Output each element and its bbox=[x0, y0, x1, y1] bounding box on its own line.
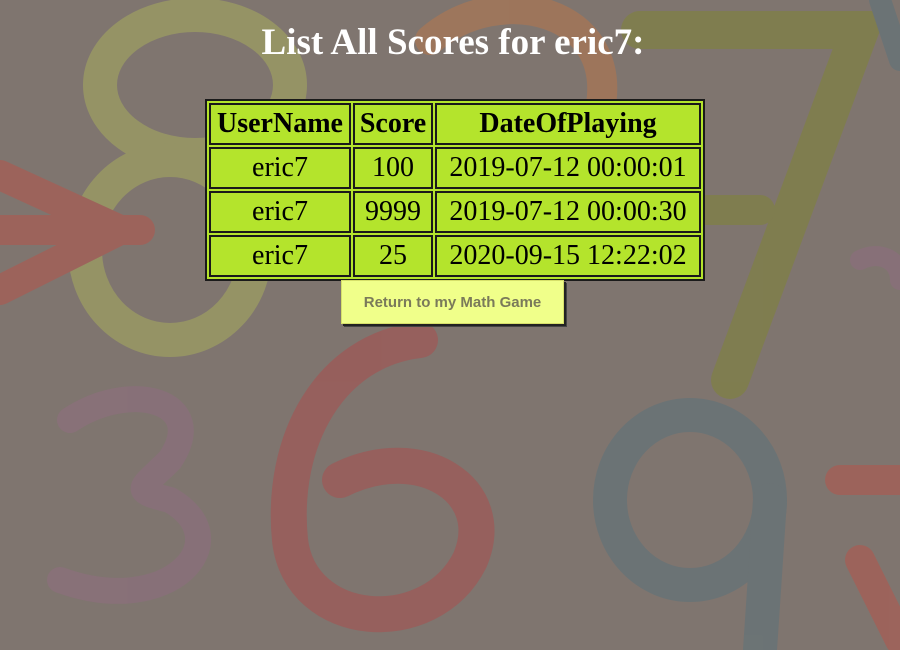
cell-username: eric7 bbox=[209, 191, 351, 233]
scores-table: UserName Score DateOfPlaying eric7 100 2… bbox=[205, 99, 705, 281]
cell-score: 9999 bbox=[353, 191, 433, 233]
cell-username: eric7 bbox=[209, 235, 351, 277]
table-row: eric7 25 2020-09-15 12:22:02 bbox=[209, 235, 701, 277]
cell-score: 25 bbox=[353, 235, 433, 277]
column-header-date: DateOfPlaying bbox=[435, 103, 701, 145]
background-numbers-image bbox=[0, 0, 900, 650]
table-row: eric7 9999 2019-07-12 00:00:30 bbox=[209, 191, 701, 233]
cell-score: 100 bbox=[353, 147, 433, 189]
column-header-score: Score bbox=[353, 103, 433, 145]
cell-date: 2019-07-12 00:00:01 bbox=[435, 147, 701, 189]
return-to-math-game-button[interactable]: Return to my Math Game bbox=[341, 280, 564, 324]
table-header-row: UserName Score DateOfPlaying bbox=[209, 103, 701, 145]
column-header-username: UserName bbox=[209, 103, 351, 145]
cell-date: 2020-09-15 12:22:02 bbox=[435, 235, 701, 277]
cell-date: 2019-07-12 00:00:30 bbox=[435, 191, 701, 233]
page-title: List All Scores for eric7: bbox=[261, 22, 645, 63]
cell-username: eric7 bbox=[209, 147, 351, 189]
table-row: eric7 100 2019-07-12 00:00:01 bbox=[209, 147, 701, 189]
